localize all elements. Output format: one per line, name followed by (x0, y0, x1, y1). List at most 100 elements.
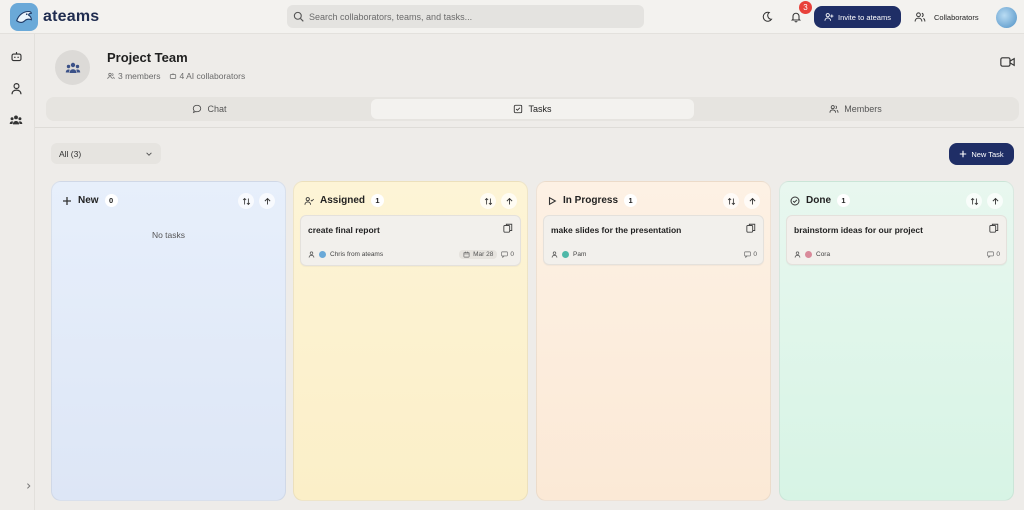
search-input[interactable] (309, 11, 629, 22)
notifications-badge: 3 (799, 1, 812, 14)
robot-icon (169, 73, 176, 79)
check-circle-icon (790, 195, 800, 206)
sort-icon (727, 197, 735, 205)
sort-button[interactable] (966, 193, 982, 209)
tab-tasks[interactable]: Tasks (371, 99, 694, 119)
user-icon (794, 251, 801, 258)
comment-count-text: 0 (996, 251, 1000, 258)
task-footer: Pam 0 (551, 251, 757, 258)
sort-button[interactable] (723, 193, 739, 209)
column-done: Done 1 brainstorm ideas for our project (779, 181, 1014, 501)
sort-direction-button[interactable] (501, 193, 517, 209)
comment-count: 0 (987, 251, 1000, 258)
due-date[interactable]: Mar 28 (459, 250, 498, 259)
tab-tasks-label: Tasks (528, 104, 552, 114)
user-icon (10, 82, 22, 94)
column-title: Done (806, 195, 831, 206)
column-tools (238, 193, 275, 209)
assignee-avatar (319, 251, 326, 258)
rail-item-bots[interactable] (8, 48, 24, 64)
sort-button[interactable] (238, 193, 254, 209)
comment-count: 0 (501, 251, 514, 258)
new-task-label: New Task (971, 149, 1004, 159)
arrow-up-icon (264, 197, 270, 204)
column-tools (966, 193, 1003, 209)
column-header: In Progress 1 (547, 194, 638, 207)
comment-icon (987, 251, 995, 258)
chevron-down-icon (146, 151, 152, 156)
user-icon (308, 251, 315, 258)
assignee-avatar (562, 251, 569, 258)
plus-icon (63, 196, 71, 205)
sort-direction-button[interactable] (259, 193, 275, 209)
copy-icon[interactable] (503, 223, 513, 233)
copy-icon[interactable] (746, 223, 756, 233)
assignee-name: Chris from ateams (330, 251, 384, 258)
bell-icon (790, 12, 802, 23)
tab-chat-label: Chat (207, 104, 227, 114)
column-title: Assigned (320, 195, 366, 206)
column-assigned: Assigned 1 create final report Chris fro (293, 181, 528, 501)
rail-item-teams[interactable] (8, 112, 24, 128)
sort-button[interactable] (480, 193, 496, 209)
chevron-right-icon (27, 483, 31, 489)
task-footer: Chris from ateams Mar 28 0 (308, 250, 514, 259)
assign-user-icon (304, 196, 314, 205)
user-icon (551, 251, 558, 258)
column-count: 1 (624, 194, 638, 207)
invite-button[interactable]: Invite to ateams (814, 6, 901, 28)
collaborators-button[interactable]: Collaborators (914, 10, 979, 24)
brand-name[interactable]: ateams (43, 8, 99, 26)
collaborators-label: Collaborators (934, 12, 979, 22)
task-card[interactable]: create final report Chris from ateams Ma… (300, 215, 521, 266)
top-bar: ateams 3 Invite to ateams C (0, 0, 1024, 34)
sort-direction-button[interactable] (744, 193, 760, 209)
play-icon (548, 196, 557, 205)
task-title: brainstorm ideas for our project (794, 225, 923, 235)
moon-icon (762, 11, 773, 22)
user-avatar[interactable] (996, 7, 1017, 28)
team-avatar (55, 50, 90, 85)
column-title: In Progress (563, 195, 619, 206)
comment-icon (501, 251, 509, 258)
theme-toggle-button[interactable] (760, 10, 774, 24)
task-title: make slides for the presentation (551, 225, 682, 235)
ateams-logo-icon[interactable] (10, 3, 38, 31)
sort-icon (242, 197, 250, 205)
copy-icon[interactable] (989, 223, 999, 233)
tab-members-label: Members (844, 104, 882, 114)
column-in-progress: In Progress 1 make slides for the presen… (536, 181, 771, 501)
chat-icon (193, 104, 202, 114)
members-count-text: 3 members (118, 71, 161, 81)
arrow-up-icon (992, 197, 998, 204)
team-meta: 3 members 4 AI collaborators (107, 71, 245, 81)
left-rail (0, 34, 35, 510)
users-icon (914, 12, 926, 22)
team-icon (65, 62, 80, 73)
ai-collaborators-text: 4 AI collaborators (179, 71, 246, 81)
sort-direction-button[interactable] (987, 193, 1003, 209)
task-card[interactable]: brainstorm ideas for our project Cora 0 (786, 215, 1007, 265)
arrow-up-icon (749, 197, 755, 204)
video-call-button[interactable] (1000, 55, 1015, 67)
search-bar[interactable] (287, 5, 644, 28)
rail-item-profile[interactable] (8, 80, 24, 96)
tab-chat[interactable]: Chat (48, 99, 371, 119)
task-card[interactable]: make slides for the presentation Pam 0 (543, 215, 764, 265)
video-icon (1000, 57, 1015, 67)
new-task-button[interactable]: New Task (949, 143, 1014, 165)
task-title: create final report (308, 225, 380, 235)
empty-state: No tasks (151, 230, 186, 240)
column-header: Done 1 (790, 194, 850, 207)
due-date-text: Mar 28 (473, 251, 494, 258)
search-icon (293, 11, 304, 22)
column-tools (723, 193, 760, 209)
expand-sidebar-button[interactable] (25, 482, 37, 496)
column-header: New 0 (62, 194, 118, 207)
members-icon (829, 105, 839, 113)
arrow-up-icon (506, 197, 512, 204)
add-user-icon (824, 13, 834, 21)
sort-icon (484, 197, 492, 205)
task-filter-select[interactable]: All (3) (51, 143, 161, 164)
tab-members[interactable]: Members (694, 99, 1017, 119)
